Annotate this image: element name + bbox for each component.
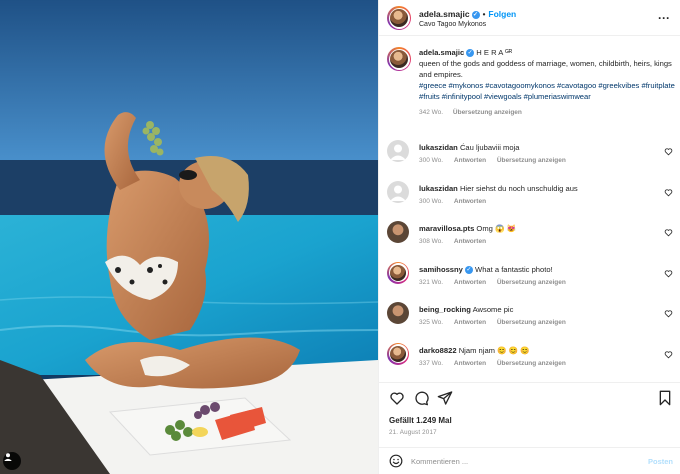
comment-like-icon[interactable] — [664, 188, 673, 197]
comment-age[interactable]: 337 Wo. — [419, 360, 443, 367]
follow-button[interactable]: Folgen — [488, 9, 516, 19]
comment-row: being_rocking Awsome pic 325 Wo. Antwort… — [387, 302, 677, 336]
caption-text: queen of the gods and goddess of marriag… — [419, 59, 672, 79]
post-caption: adela.smajic ✓ H E R A ᴳᴿ queen of the go… — [387, 47, 675, 118]
caption-avatar[interactable] — [387, 47, 411, 71]
caption-username[interactable]: adela.smajic — [419, 48, 464, 57]
more-horizontal-icon[interactable]: ··· — [658, 11, 670, 25]
location-link[interactable]: Cavo Tagoo Mykonos — [419, 21, 486, 28]
comment-age[interactable]: 308 Wo. — [419, 238, 443, 245]
comments-list[interactable]: adela.smajic ✓ H E R A ᴳᴿ queen of the go… — [379, 37, 680, 377]
comment-username[interactable]: lukaszidan — [419, 184, 458, 193]
comment-like-icon[interactable] — [664, 350, 673, 359]
post-side-panel: adela.smajic ✓ • Folgen Cavo Tagoo Mykonos … — [378, 0, 680, 474]
translate-button[interactable]: Übersetzung anzeigen — [497, 157, 566, 164]
comment-avatar[interactable] — [387, 180, 409, 203]
paper-plane-icon[interactable] — [437, 390, 453, 406]
author-username[interactable]: adela.smajic — [419, 9, 470, 19]
smiley-icon[interactable] — [389, 454, 403, 468]
translate-button[interactable]: Übersetzung anzeigen — [497, 360, 566, 367]
comment-row: lukaszidan Ćau ljubaviii moja 300 Wo. An… — [387, 140, 677, 174]
comment-age[interactable]: 300 Wo. — [419, 198, 443, 205]
heart-icon[interactable] — [389, 390, 405, 406]
verified-icon: ✓ — [466, 49, 475, 57]
translate-button[interactable]: Übersetzung anzeigen — [497, 279, 566, 286]
caption-hashtags[interactable]: #greece #mykonos #cavotagoomykonos #cavo… — [419, 81, 675, 101]
comment-row: samihossny ✓ What a fantastic photo! 321 … — [387, 261, 677, 296]
add-comment-bar: Posten — [379, 447, 680, 474]
post-photo[interactable] — [0, 0, 378, 474]
comment-username[interactable]: darko8822 — [419, 346, 457, 355]
reply-button[interactable]: Antworten — [454, 319, 486, 326]
comment-row: darko8822 Njam njam 😊 😊 😊 337 Wo. Antwor… — [387, 342, 677, 377]
action-bar — [379, 382, 680, 412]
comment-input[interactable] — [411, 454, 631, 469]
comment-age[interactable]: 300 Wo. — [419, 157, 443, 164]
comment-like-icon[interactable] — [664, 228, 673, 237]
author-line: adela.smajic ✓ • Folgen — [419, 9, 516, 19]
translate-button[interactable]: Übersetzung anzeigen — [453, 109, 522, 116]
separator-dot: • — [482, 10, 486, 19]
comment-text: Ćau ljubaviii moja — [459, 143, 520, 152]
comment-age[interactable]: 325 Wo. — [419, 319, 443, 326]
comment-avatar[interactable] — [387, 261, 409, 284]
comment-like-icon[interactable] — [664, 269, 673, 278]
reply-button[interactable]: Antworten — [454, 279, 486, 286]
tagged-user-icon[interactable] — [3, 452, 21, 470]
comment-text: Omg 😱 😻 — [476, 224, 517, 233]
comment-like-icon[interactable] — [664, 147, 673, 156]
comment-text: Awsome pic — [472, 305, 514, 314]
comment-username[interactable]: lukaszidan — [419, 143, 458, 152]
comment-username[interactable]: maravillosa.pts — [419, 224, 474, 233]
bookmark-icon[interactable] — [657, 390, 673, 406]
comment-text: Njam njam 😊 😊 😊 — [458, 345, 530, 355]
reply-button[interactable]: Antworten — [454, 238, 486, 245]
comment-like-icon[interactable] — [664, 309, 673, 318]
comment-avatar[interactable] — [387, 342, 409, 365]
likes-count[interactable]: Gefällt 1.249 Mal — [389, 416, 452, 425]
verified-icon: ✓ — [464, 265, 473, 274]
comment-text: What a fantastic photo! — [475, 264, 553, 274]
post-header: adela.smajic ✓ • Folgen Cavo Tagoo Mykonos … — [379, 0, 680, 36]
comment-avatar[interactable] — [387, 221, 409, 243]
caption-age[interactable]: 342 Wo. — [419, 109, 443, 116]
comment-avatar[interactable] — [387, 302, 409, 324]
comment-username[interactable]: being_rocking — [419, 305, 471, 314]
author-avatar[interactable] — [387, 6, 411, 30]
comment-avatar[interactable] — [387, 140, 409, 162]
comment-username[interactable]: samihossny — [419, 265, 463, 274]
comment-icon[interactable] — [413, 390, 429, 406]
verified-icon: ✓ — [471, 10, 480, 19]
comment-text: Hier siehst du noch unschuldig aus — [459, 183, 578, 193]
reply-button[interactable]: Antworten — [454, 198, 486, 205]
comment-row: lukaszidan Hier siehst du noch unschuldi… — [387, 180, 677, 215]
comment-age[interactable]: 321 Wo. — [419, 279, 443, 286]
post-comment-button[interactable]: Posten — [648, 457, 673, 466]
comment-row: maravillosa.pts Omg 😱 😻 308 Wo. Antworte… — [387, 221, 677, 255]
reply-button[interactable]: Antworten — [454, 360, 486, 367]
caption-title: H E R A ᴳᴿ — [476, 48, 513, 57]
post-date[interactable]: 21. August 2017 — [389, 429, 437, 436]
post-image — [0, 0, 378, 474]
translate-button[interactable]: Übersetzung anzeigen — [497, 319, 566, 326]
reply-button[interactable]: Antworten — [454, 157, 486, 164]
